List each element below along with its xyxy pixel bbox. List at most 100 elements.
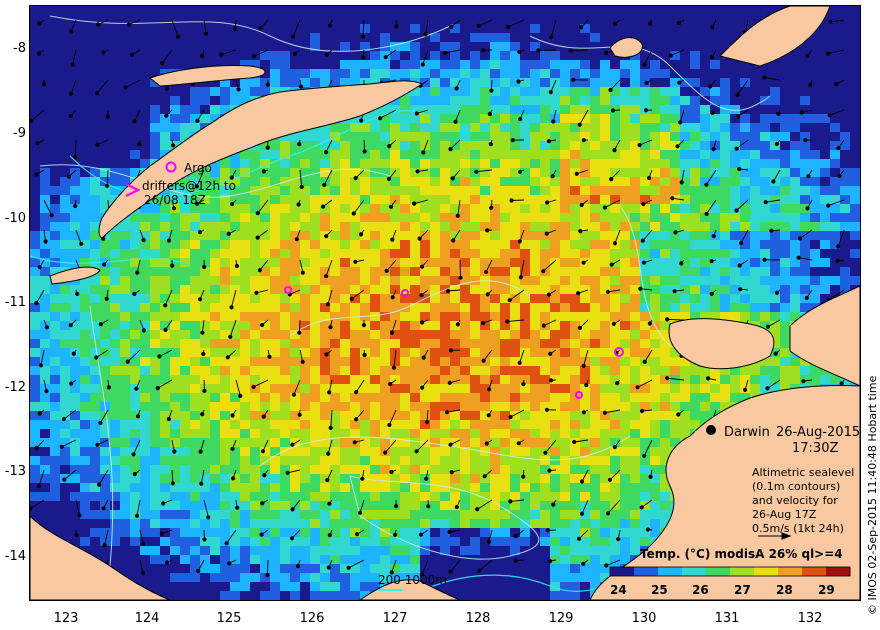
- sst-cell: [170, 537, 181, 547]
- sst-cell: [430, 123, 441, 133]
- sst-cell: [170, 6, 181, 16]
- sst-cell: [340, 141, 351, 151]
- sst-cell: [340, 393, 351, 403]
- sst-cell: [220, 6, 231, 16]
- sst-cell: [390, 258, 401, 268]
- sst-cell: [590, 375, 601, 385]
- sst-cell: [840, 6, 851, 16]
- sst-cell: [80, 420, 91, 430]
- sst-cell: [560, 33, 571, 43]
- sst-cell: [610, 78, 621, 88]
- sst-cell: [460, 510, 471, 520]
- sst-cell: [700, 222, 711, 232]
- sst-cell: [340, 474, 351, 484]
- sst-cell: [680, 60, 691, 70]
- sst-cell: [450, 339, 461, 349]
- sst-cell: [30, 78, 41, 88]
- sst-cell: [410, 150, 421, 160]
- sst-cell: [290, 321, 301, 331]
- sst-cell: [270, 303, 281, 313]
- sst-cell: [650, 447, 661, 457]
- sst-cell: [170, 105, 181, 115]
- sst-cell: [360, 132, 371, 142]
- sst-cell: [80, 537, 91, 547]
- sst-cell: [350, 483, 361, 493]
- sst-cell: [790, 168, 801, 178]
- sst-cell: [320, 321, 331, 331]
- sst-cell: [850, 78, 860, 88]
- sst-cell: [560, 330, 571, 340]
- sst-cell: [30, 87, 41, 97]
- sst-cell: [380, 132, 391, 142]
- sst-cell: [810, 150, 821, 160]
- sst-cell: [400, 195, 411, 205]
- sst-cell: [180, 123, 191, 133]
- sst-cell: [560, 321, 571, 331]
- sst-cell: [380, 411, 391, 421]
- sst-cell: [190, 492, 201, 502]
- sst-cell: [610, 492, 621, 502]
- sst-cell: [520, 393, 531, 403]
- sst-cell: [530, 285, 541, 295]
- sst-cell: [150, 447, 161, 457]
- sst-cell: [710, 114, 721, 124]
- sst-cell: [40, 456, 51, 466]
- sst-cell: [150, 24, 161, 34]
- sst-cell: [90, 321, 101, 331]
- sst-cell: [550, 492, 561, 502]
- sst-cell: [90, 69, 101, 79]
- sst-cell: [490, 69, 501, 79]
- sst-cell: [590, 177, 601, 187]
- sst-cell: [250, 438, 261, 448]
- sst-cell: [490, 519, 501, 529]
- sst-cell: [40, 42, 51, 52]
- sst-cell: [350, 240, 361, 250]
- sst-cell: [400, 177, 411, 187]
- sst-cell: [290, 366, 301, 376]
- sst-cell: [250, 384, 261, 394]
- sst-cell: [660, 348, 671, 358]
- sst-cell: [820, 141, 831, 151]
- sst-cell: [540, 420, 551, 430]
- sst-cell: [510, 393, 521, 403]
- sst-cell: [650, 501, 661, 511]
- sst-cell: [600, 366, 611, 376]
- sst-cell: [490, 465, 501, 475]
- sst-cell: [480, 186, 491, 196]
- sst-cell: [420, 69, 431, 79]
- sst-cell: [620, 15, 631, 25]
- sst-cell: [120, 528, 131, 538]
- sst-cell: [470, 6, 481, 16]
- sst-cell: [120, 105, 131, 115]
- sst-cell: [300, 420, 311, 430]
- sst-cell: [380, 204, 391, 214]
- sst-cell: [420, 330, 431, 340]
- sst-cell: [440, 465, 451, 475]
- sst-cell: [790, 141, 801, 151]
- sst-cell: [90, 42, 101, 52]
- sst-cell: [270, 285, 281, 295]
- sst-cell: [840, 204, 851, 214]
- sst-cell: [640, 483, 651, 493]
- sst-cell: [80, 303, 91, 313]
- sst-cell: [40, 87, 51, 97]
- sst-cell: [730, 276, 741, 286]
- sst-cell: [810, 177, 821, 187]
- sst-cell: [520, 141, 531, 151]
- sst-cell: [720, 150, 731, 160]
- sst-cell: [480, 240, 491, 250]
- sst-cell: [720, 141, 731, 151]
- sst-cell: [560, 15, 571, 25]
- sst-cell: [210, 474, 221, 484]
- sst-cell: [400, 366, 411, 376]
- sst-cell: [240, 78, 251, 88]
- sst-cell: [440, 321, 451, 331]
- sst-cell: [630, 483, 641, 493]
- sst-cell: [130, 87, 141, 97]
- sst-cell: [70, 393, 81, 403]
- sst-cell: [560, 303, 571, 313]
- sst-cell: [220, 42, 231, 52]
- sst-cell: [180, 24, 191, 34]
- sst-cell: [680, 96, 691, 106]
- sst-cell: [800, 96, 811, 106]
